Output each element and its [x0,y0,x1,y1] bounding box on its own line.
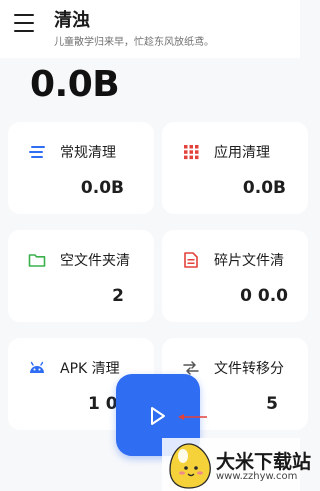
card-value: 0 0.0 [240,286,288,306]
card-value: 0.0B [80,178,124,198]
card-label: 文件转移分 [214,361,284,377]
card-label: 空文件夹清 [60,253,130,269]
card-label: 常规清理 [60,145,116,161]
card-fragment-file-clean[interactable]: 碎片文件清 0 0.0 [162,230,308,322]
pointer-arrow-icon [178,414,207,420]
card-regular-clean[interactable]: 常规清理 0.0B [8,122,154,214]
folder-icon [28,254,46,267]
lines-icon [29,146,45,158]
card-value: 0.0B [242,178,286,198]
card-app-clean[interactable]: 应用清理 0.0B [162,122,308,214]
play-icon [151,407,165,425]
card-label: APK 清理 [60,361,120,377]
card-empty-folder-clean[interactable]: 空文件夹清 2 [8,230,154,322]
page-subtitle: 儿童散学归来早，忙趁东风放纸鸢。 [54,37,214,48]
watermark-title: 大米下载站 [216,451,312,473]
android-icon [30,361,44,373]
card-label: 应用清理 [214,145,270,161]
watermark-url: www.zzhyw.com [216,471,298,482]
card-label: 碎片文件清 [214,253,284,269]
app-bar: 清浊 儿童散学归来早，忙趁东风放纸鸢。 [0,0,300,58]
card-value: 5 [266,394,278,414]
total-junk-size: 0.0B [30,64,120,105]
page-title: 清浊 [54,10,90,31]
grid-icon [184,145,199,160]
document-icon [184,252,198,268]
menu-icon[interactable] [14,14,34,32]
card-value: 2 [112,286,124,306]
